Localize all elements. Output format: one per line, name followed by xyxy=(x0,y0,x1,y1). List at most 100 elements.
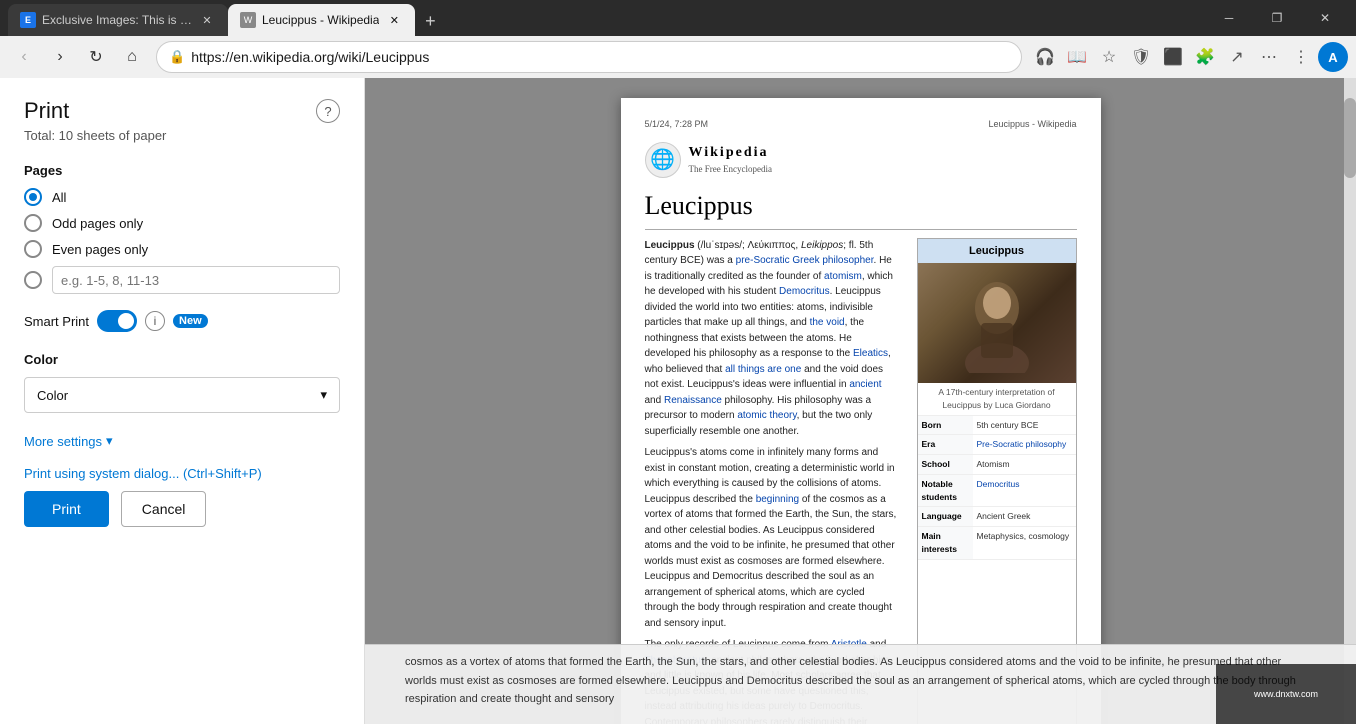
maximize-button[interactable]: ❐ xyxy=(1254,0,1300,36)
main-area: Print ? Total: 10 sheets of paper Pages … xyxy=(0,78,1356,724)
system-dialog-label: Print using system dialog... (Ctrl+Shift… xyxy=(24,466,262,481)
preview-meta: 5/1/24, 7:28 PM Leucippus - Wikipedia xyxy=(645,118,1077,132)
infobox-label-students: Notable students xyxy=(918,475,973,507)
infobox-value-students: Democritus xyxy=(973,475,1024,507)
radio-custom-input[interactable] xyxy=(24,271,42,289)
radio-custom[interactable] xyxy=(24,266,340,294)
radio-even[interactable]: Even pages only xyxy=(24,240,340,258)
scrollbar-thumb[interactable] xyxy=(1344,98,1356,178)
cancel-button[interactable]: Cancel xyxy=(121,491,207,527)
print-dialog: Print ? Total: 10 sheets of paper Pages … xyxy=(0,78,365,724)
tab-1-close[interactable]: ✕ xyxy=(198,11,216,29)
url-text: https://en.wikipedia.org/wiki/Leucippus xyxy=(191,49,429,65)
smart-print-toggle[interactable] xyxy=(97,310,137,332)
infobox-row-school: School Atomism xyxy=(918,455,1076,475)
infobox-label-interests: Main interests xyxy=(918,527,973,559)
preview-area: 5/1/24, 7:28 PM Leucippus - Wikipedia 🌐 … xyxy=(365,78,1356,724)
color-section: Color Color ▾ xyxy=(24,352,340,413)
navbar: ‹ › ↻ ⌂ 🔒 https://en.wikipedia.org/wiki/… xyxy=(0,36,1356,78)
preview-date: 5/1/24, 7:28 PM xyxy=(645,118,709,132)
infobox-title: Leucippus xyxy=(918,239,1076,264)
radio-even-input[interactable] xyxy=(24,240,42,258)
reading-view-button[interactable]: 📖 xyxy=(1062,42,1092,72)
wiki-logo: 🌐 xyxy=(645,142,681,178)
infobox-row-era: Era Pre-Socratic philosophy xyxy=(918,435,1076,455)
watermark: www.dnxtw.com xyxy=(1216,664,1356,724)
infobox-value-school: Atomism xyxy=(973,455,1014,474)
tab-1[interactable]: E Exclusive Images: This is Dell's u ✕ xyxy=(8,4,228,36)
smart-print-row: Smart Print i New xyxy=(24,310,340,332)
infobox-row-born: Born 5th century BCE xyxy=(918,416,1076,436)
more-settings-label: More settings xyxy=(24,434,102,449)
print-dialog-title: Print xyxy=(24,98,69,124)
wiki-name: Wikipedia The Free Encyclopedia xyxy=(689,142,772,177)
browser-essentials-button[interactable]: 🛡 xyxy=(1126,42,1156,72)
radio-odd[interactable]: Odd pages only xyxy=(24,214,340,232)
bottom-content-bar: cosmos as a vortex of atoms that formed … xyxy=(365,644,1356,724)
smart-print-info-button[interactable]: i xyxy=(145,311,165,331)
nav-tools: 🎧 📖 ☆ 🛡 ⬛ 🧩 ↗ ⋯ ⋮ A xyxy=(1030,42,1348,72)
smart-print-label: Smart Print xyxy=(24,314,89,329)
pages-radio-group: All Odd pages only Even pages only xyxy=(24,188,340,294)
intro-text: (/luˈsɪpəs/; Λεύκιππος, Leikippos; fl. 5… xyxy=(645,240,893,437)
new-badge: New xyxy=(173,314,208,328)
tab-2[interactable]: W Leucippus - Wikipedia ✕ xyxy=(228,4,415,36)
infobox-caption: A 17th-century interpretation ofLeucippu… xyxy=(918,383,1076,416)
new-tab-button[interactable]: + xyxy=(415,6,445,36)
sidebar-button[interactable]: ⋮ xyxy=(1286,42,1316,72)
radio-all-input[interactable] xyxy=(24,188,42,206)
infobox-label-era: Era xyxy=(918,435,973,454)
infobox-label-school: School xyxy=(918,455,973,474)
watermark-text: www.dnxtw.com xyxy=(1254,689,1318,699)
wiki-tagline: The Free Encyclopedia xyxy=(689,163,772,177)
infobox-row-language: Language Ancient Greek xyxy=(918,507,1076,527)
print-subtitle: Total: 10 sheets of paper xyxy=(24,128,340,143)
close-button[interactable]: ✕ xyxy=(1302,0,1348,36)
color-dropdown[interactable]: Color ▾ xyxy=(24,377,340,413)
tab-1-title: Exclusive Images: This is Dell's u xyxy=(42,13,192,27)
help-button[interactable]: ? xyxy=(316,99,340,123)
tab-bar: E Exclusive Images: This is Dell's u ✕ W… xyxy=(8,0,1198,36)
extensions-button[interactable]: 🧩 xyxy=(1190,42,1220,72)
radio-all-label: All xyxy=(52,190,66,205)
lock-icon: 🔒 xyxy=(169,49,185,65)
preview-page-title: Leucippus - Wikipedia xyxy=(988,118,1076,132)
intro-bold: Leucippus xyxy=(645,240,695,251)
more-tools-button[interactable]: ⋯ xyxy=(1254,42,1284,72)
pages-section-label: Pages xyxy=(24,163,340,178)
infobox-value-interests: Metaphysics, cosmology xyxy=(973,527,1074,559)
chevron-down-icon: ▾ xyxy=(320,387,327,403)
minimize-button[interactable]: ─ xyxy=(1206,0,1252,36)
share-button[interactable]: ↗ xyxy=(1222,42,1252,72)
color-section-label: Color xyxy=(24,352,340,367)
forward-button[interactable]: › xyxy=(44,41,76,73)
radio-odd-label: Odd pages only xyxy=(52,216,143,231)
tab-2-close[interactable]: ✕ xyxy=(385,11,403,29)
print-button[interactable]: Print xyxy=(24,491,109,527)
address-bar[interactable]: 🔒 https://en.wikipedia.org/wiki/Leucippu… xyxy=(156,41,1022,73)
collections-button[interactable]: ⬛ xyxy=(1158,42,1188,72)
radio-all[interactable]: All xyxy=(24,188,340,206)
immersive-reader-button[interactable]: 🎧 xyxy=(1030,42,1060,72)
home-button[interactable]: ⌂ xyxy=(116,41,148,73)
titlebar: E Exclusive Images: This is Dell's u ✕ W… xyxy=(0,0,1356,36)
radio-odd-input[interactable] xyxy=(24,214,42,232)
profile-button[interactable]: A xyxy=(1318,42,1348,72)
more-settings-link[interactable]: More settings ▾ xyxy=(24,433,340,449)
print-actions: Print Cancel xyxy=(24,491,340,527)
window-controls: ─ ❐ ✕ xyxy=(1206,0,1348,36)
article-title: Leucippus xyxy=(645,186,1077,230)
infobox-label-born: Born xyxy=(918,416,973,435)
bottom-text: cosmos as a vortex of atoms that formed … xyxy=(405,656,1296,705)
infobox-image xyxy=(918,263,1076,383)
back-button[interactable]: ‹ xyxy=(8,41,40,73)
favorites-button[interactable]: ☆ xyxy=(1094,42,1124,72)
custom-range-input[interactable] xyxy=(52,266,340,294)
infobox-value-era: Pre-Socratic philosophy xyxy=(973,435,1071,454)
system-dialog-link[interactable]: Print using system dialog... (Ctrl+Shift… xyxy=(24,466,262,481)
preview-page: 5/1/24, 7:28 PM Leucippus - Wikipedia 🌐 … xyxy=(621,98,1101,724)
scrollbar[interactable] xyxy=(1344,78,1356,724)
refresh-button[interactable]: ↻ xyxy=(80,41,112,73)
color-selected-value: Color xyxy=(37,388,68,403)
infobox-value-language: Ancient Greek xyxy=(973,507,1035,526)
